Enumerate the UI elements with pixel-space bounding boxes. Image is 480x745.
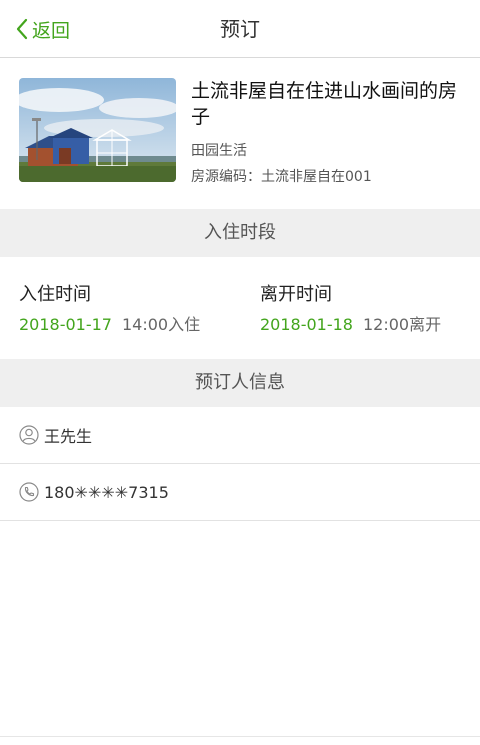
checkin-time: 14:00入住 xyxy=(121,315,201,334)
listing-code: 房源编码：土流非屋自在001 xyxy=(191,169,372,185)
booker-phone: 180✳✳✳✳7315 xyxy=(44,482,169,502)
checkin-date: 2018-01-17 xyxy=(19,315,112,334)
listing-title: 土流非屋自在住进山水画间的房子 xyxy=(191,80,458,128)
checkin-label: 入住时间 xyxy=(19,284,91,305)
booker-section-header: 预订人信息 xyxy=(0,359,480,407)
checkout-time: 12:00离开 xyxy=(362,315,442,334)
checkout-label: 离开时间 xyxy=(260,284,332,305)
checkout-date: 2018-01-18 xyxy=(260,315,353,334)
checkin-block[interactable]: 入住时间 2018-01-17 14:00入住 xyxy=(19,283,200,335)
person-icon xyxy=(19,425,39,445)
checkout-block[interactable]: 离开时间 2018-01-18 12:00离开 xyxy=(260,283,441,335)
listing-category: 田园生活 xyxy=(191,143,247,159)
stay-section-header: 入住时段 xyxy=(0,209,480,257)
listing-card[interactable]: 土流非屋自在住进山水画间的房子 田园生活 房源编码：土流非屋自在001 xyxy=(0,58,480,208)
booker-name: 王先生 xyxy=(44,427,93,446)
top-nav-bar: 返回 预订 xyxy=(0,0,480,58)
listing-photo[interactable] xyxy=(19,78,176,182)
bottom-divider xyxy=(0,736,480,737)
booker-name-row[interactable]: 王先生 xyxy=(0,407,480,464)
page-title: 预订 xyxy=(220,17,260,41)
phone-icon xyxy=(19,482,39,502)
booker-phone-row[interactable]: 180✳✳✳✳7315 xyxy=(0,464,480,521)
stay-dates: 入住时间 2018-01-17 14:00入住 离开时间 2018-01-18 12… xyxy=(0,257,480,359)
